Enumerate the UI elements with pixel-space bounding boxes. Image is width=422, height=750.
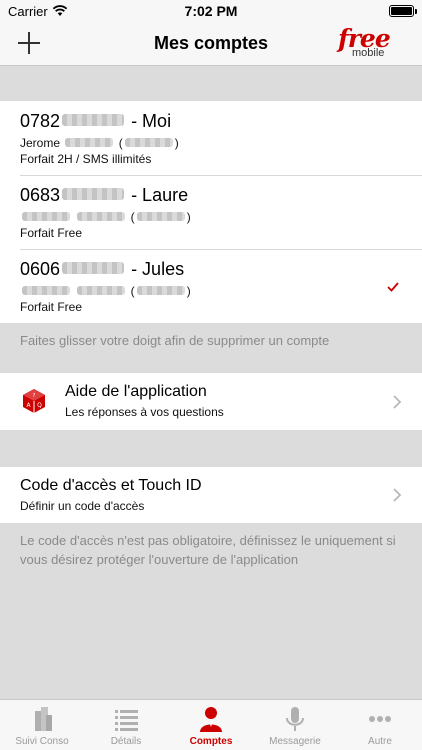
help-subtitle: Les réponses à vos questions [65, 405, 224, 419]
user-icon [200, 707, 222, 732]
masked-digits [62, 188, 125, 200]
masked-email [136, 286, 185, 295]
masked-name [22, 212, 70, 221]
tab-comptes[interactable]: Comptes [169, 700, 253, 750]
account-row-laure[interactable]: 0683 - Laure () Forfait Free [0, 176, 422, 250]
free-mobile-logo: free mobile [336, 24, 400, 62]
masked-digits [62, 262, 125, 274]
checkmark-icon [387, 282, 399, 292]
masked-name [77, 286, 126, 295]
more-dots-icon [369, 716, 391, 722]
nav-bar: Mes comptes free mobile [0, 22, 422, 66]
account-holder: Jerome () [20, 136, 179, 150]
account-row-jules[interactable]: 0606 - Jules () Forfait Free [0, 250, 422, 323]
account-holder: () [20, 284, 191, 298]
access-code-title: Code d'accès et Touch ID [20, 477, 202, 494]
help-row[interactable]: ? A Q Aide de l'application Les réponses… [0, 373, 422, 430]
help-dice-icon: ? A Q [23, 389, 45, 413]
chevron-right-icon [393, 488, 402, 502]
tab-messagerie[interactable]: Messagerie [253, 700, 337, 750]
tab-label: Messagerie [269, 736, 321, 747]
tab-label: Détails [110, 736, 142, 747]
account-row-moi[interactable]: 0782 - Moi Jerome () Forfait 2H / SMS il… [0, 101, 422, 175]
tab-label: Autre [368, 736, 392, 747]
masked-name [22, 286, 70, 295]
account-phone: 0782 - Moi [20, 111, 172, 131]
masked-name [77, 212, 126, 221]
chevron-right-icon [393, 395, 402, 409]
tab-details[interactable]: Détails [84, 700, 168, 750]
account-plan: Forfait 2H / SMS illimités [20, 152, 152, 166]
help-title: Aide de l'application [65, 383, 207, 400]
tab-bar: Suivi Conso Détails Comptes Messagerie A… [0, 699, 422, 750]
masked-email [124, 138, 173, 147]
status-bar: Carrier 7:02 PM [0, 0, 422, 22]
swipe-hint: Faites glisser votre doigt afin de suppr… [20, 333, 330, 348]
access-code-subtitle: Définir un code d'accès [20, 499, 145, 513]
list-icon [115, 710, 138, 731]
masked-digits [62, 114, 125, 126]
svg-text:?: ? [33, 393, 36, 399]
tab-label: Comptes [189, 736, 233, 747]
access-code-row[interactable]: Code d'accès et Touch ID Définir un code… [0, 467, 422, 523]
masked-name [65, 138, 114, 147]
account-phone: 0606 - Jules [20, 259, 185, 279]
tab-label: Suivi Conso [15, 736, 69, 747]
status-time: 7:02 PM [184, 3, 238, 19]
account-holder: () [20, 210, 191, 224]
access-code-hint: Le code d'accès n'est pas obligatoire, d… [20, 533, 396, 567]
account-plan: Forfait Free [20, 226, 83, 240]
tab-autre[interactable]: Autre [338, 700, 422, 750]
accounts-list: 0782 - Moi Jerome () Forfait 2H / SMS il… [0, 101, 422, 323]
account-plan: Forfait Free [20, 300, 83, 314]
svg-text:Q: Q [37, 402, 42, 409]
tab-suivi-conso[interactable]: Suivi Conso [0, 700, 84, 750]
battery-icon [389, 5, 417, 17]
account-phone: 0683 - Laure [20, 185, 189, 205]
buildings-icon [35, 707, 52, 731]
masked-email [136, 212, 185, 221]
logo-mobile-text: mobile [352, 47, 385, 59]
microphone-icon [286, 707, 304, 731]
